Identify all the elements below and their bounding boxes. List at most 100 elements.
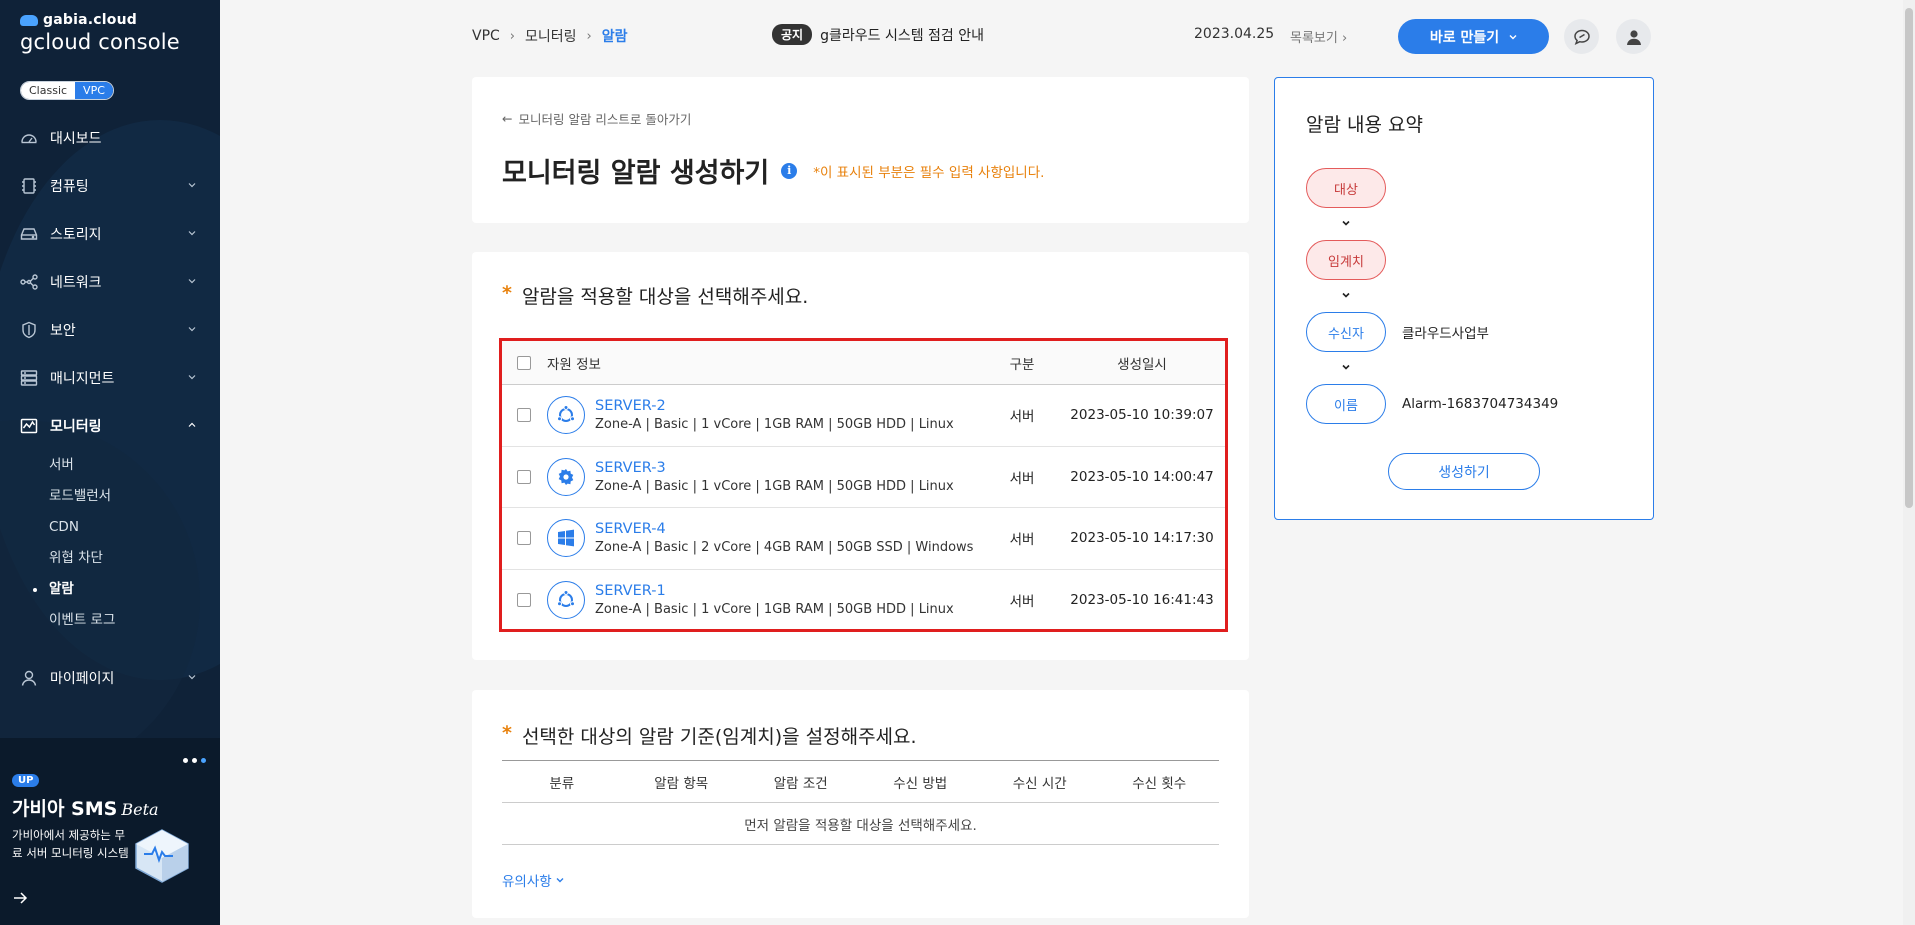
chevron-down-icon xyxy=(1342,220,1350,226)
server-name[interactable]: SERVER-3 xyxy=(595,460,954,476)
table-row[interactable]: SERVER-3 Zone-A | Basic | 1 vCore | 1GB … xyxy=(502,447,1225,508)
logo[interactable]: gabia.cloud gcloud console xyxy=(20,12,180,54)
sidebar-item-dashboard[interactable]: 대시보드 xyxy=(0,114,220,162)
windows-icon xyxy=(547,519,585,558)
back-link[interactable]: ← 모니터링 알람 리스트로 돌아가기 xyxy=(502,109,691,128)
chevron-down-icon xyxy=(1342,364,1350,370)
scrollbar-thumb[interactable] xyxy=(1905,8,1913,508)
table-header: 분류 알람 항목 알람 조건 수신 방법 수신 시간 수신 횟수 xyxy=(502,761,1219,803)
promo-banner[interactable]: UP 가비아 SMS Beta 가비아에서 제공하는 무료 서버 모니터링 시스템 xyxy=(0,738,220,925)
notes-toggle[interactable]: 유의사항 xyxy=(502,870,564,890)
page-title: 모니터링 알람 생성하기 i *이 표시된 부분은 필수 입력 사항입니다. xyxy=(502,151,1044,190)
quick-create-label: 바로 만들기 xyxy=(1429,29,1500,46)
server-monitor-illustration xyxy=(135,829,189,883)
row-checkbox[interactable] xyxy=(517,593,531,608)
server-spec: Zone-A | Basic | 1 vCore | 1GB RAM | 50G… xyxy=(595,478,954,494)
notice-text[interactable]: g클라우드 시스템 점검 안내 xyxy=(820,25,984,45)
promo-beta: Beta xyxy=(121,800,159,819)
chevron-down-icon xyxy=(188,327,196,332)
carousel-dot[interactable] xyxy=(192,758,197,763)
chevron-down-icon xyxy=(188,231,196,236)
select-all-checkbox[interactable] xyxy=(517,355,531,370)
table-row[interactable]: SERVER-2 Zone-A | Basic | 1 vCore | 1GB … xyxy=(502,385,1225,447)
profile-button[interactable] xyxy=(1616,19,1651,54)
summary-step-target: 대상 xyxy=(1306,168,1402,208)
scrollbar[interactable] xyxy=(1903,0,1915,925)
carousel-dots[interactable] xyxy=(183,758,206,763)
submenu-item-event-log[interactable]: 이벤트 로그 xyxy=(49,605,220,636)
resource-table: 자원 정보 구분 생성일시 SERVER-2 Zone-A | Basic | … xyxy=(499,338,1228,632)
submenu-item-loadbalancer[interactable]: 로드밸런서 xyxy=(49,481,220,512)
submenu-item-alarm[interactable]: 알람 xyxy=(33,574,220,605)
table-row[interactable]: SERVER-1 Zone-A | Basic | 1 vCore | 1GB … xyxy=(502,570,1225,632)
empty-message: 먼저 알람을 적용할 대상을 선택해주세요. xyxy=(502,803,1219,845)
table-row[interactable]: SERVER-4 Zone-A | Basic | 2 vCore | 4GB … xyxy=(502,508,1225,570)
server-name[interactable]: SERVER-4 xyxy=(595,521,973,537)
back-link-label: 모니터링 알람 리스트로 돌아가기 xyxy=(518,112,692,127)
sidebar-item-monitoring[interactable]: 모니터링 xyxy=(0,402,220,450)
section-title: * 알람을 적용할 대상을 선택해주세요. xyxy=(502,282,808,309)
sidebar-item-storage[interactable]: 스토리지 xyxy=(0,210,220,258)
threshold-card: * 선택한 대상의 알람 기준(임계치)을 설정해주세요. 분류 알람 항목 알… xyxy=(472,690,1249,918)
column-header: 분류 xyxy=(549,775,575,792)
sidebar-item-computing[interactable]: 컴퓨팅 xyxy=(0,162,220,210)
row-checkbox[interactable] xyxy=(517,531,531,546)
sidebar-item-network[interactable]: 네트워크 xyxy=(0,258,220,306)
mode-vpc[interactable]: VPC xyxy=(75,82,113,99)
sidebar-item-label: 네트워크 xyxy=(50,275,102,291)
chevron-down-icon xyxy=(188,675,196,680)
threshold-table: 분류 알람 항목 알람 조건 수신 방법 수신 시간 수신 횟수 먼저 알람을 … xyxy=(502,760,1219,845)
chevron-right-icon: › xyxy=(1341,31,1348,46)
mode-classic[interactable]: Classic xyxy=(21,82,76,99)
ubuntu-icon xyxy=(547,581,585,620)
submenu-item-threat-block[interactable]: 위협 차단 xyxy=(49,543,220,574)
breadcrumb-item[interactable]: VPC xyxy=(472,28,500,44)
notes-label: 유의사항 xyxy=(502,874,552,890)
column-header: 알람 조건 xyxy=(773,775,828,792)
storage-icon xyxy=(20,225,38,243)
mode-toggle[interactable]: Classic VPC xyxy=(20,81,114,100)
create-alarm-button[interactable]: 생성하기 xyxy=(1388,453,1540,490)
section-title-text: 알람을 적용할 대상을 선택해주세요. xyxy=(521,286,809,308)
row-checkbox[interactable] xyxy=(517,469,531,484)
breadcrumb-item[interactable]: 모니터링 xyxy=(525,26,577,46)
row-checkbox[interactable] xyxy=(517,408,531,423)
submenu-item-cdn[interactable]: CDN xyxy=(49,512,220,543)
carousel-dot[interactable] xyxy=(183,758,188,763)
carousel-dot[interactable] xyxy=(201,758,206,763)
table-header: 자원 정보 구분 생성일시 xyxy=(502,341,1225,385)
info-icon[interactable]: i xyxy=(781,162,798,179)
notice-list-link[interactable]: 목록보기 › xyxy=(1290,27,1347,46)
server-name[interactable]: SERVER-1 xyxy=(595,583,954,599)
summary-value: Alarm-1683704734349 xyxy=(1402,396,1559,412)
chevron-down-icon xyxy=(556,878,564,883)
submenu-item-server[interactable]: 서버 xyxy=(49,450,220,481)
summary-pill: 대상 xyxy=(1306,168,1386,208)
summary-pill: 수신자 xyxy=(1306,312,1386,352)
arrow-right-icon[interactable] xyxy=(12,890,28,906)
sidebar-item-mypage[interactable]: 마이페이지 xyxy=(0,654,220,702)
sidebar-item-security[interactable]: 보안 xyxy=(0,306,220,354)
chat-button[interactable] xyxy=(1564,19,1599,54)
summary-title: 알람 내용 요약 xyxy=(1306,114,1423,136)
breadcrumb-current: 알람 xyxy=(601,29,628,45)
sidebar-item-label: 마이페이지 xyxy=(50,671,115,687)
summary-pill: 임계치 xyxy=(1306,240,1386,280)
notice-date: 2023.04.25 xyxy=(1194,26,1275,42)
sidebar-item-label: 스토리지 xyxy=(50,227,102,243)
notice-bar[interactable]: 공지 g클라우드 시스템 점검 안내 xyxy=(772,24,984,45)
column-header-date: 생성일시 xyxy=(1117,356,1167,373)
user-icon xyxy=(20,669,38,687)
server-name[interactable]: SERVER-2 xyxy=(595,398,954,414)
promo-badge: UP xyxy=(12,774,40,787)
resource-type: 서버 xyxy=(1009,470,1035,487)
quick-create-button[interactable]: 바로 만들기 xyxy=(1398,19,1549,54)
sidebar-item-management[interactable]: 매니지먼트 xyxy=(0,354,220,402)
promo-title: 가비아 SMS Beta xyxy=(12,798,159,820)
chevron-down-icon xyxy=(1342,292,1350,298)
chevron-down-icon xyxy=(1509,34,1517,39)
column-header: 수신 시간 xyxy=(1012,775,1067,792)
chevron-up-icon xyxy=(188,422,196,427)
created-date: 2023-05-10 14:00:47 xyxy=(1070,468,1214,485)
computing-icon xyxy=(20,177,38,195)
